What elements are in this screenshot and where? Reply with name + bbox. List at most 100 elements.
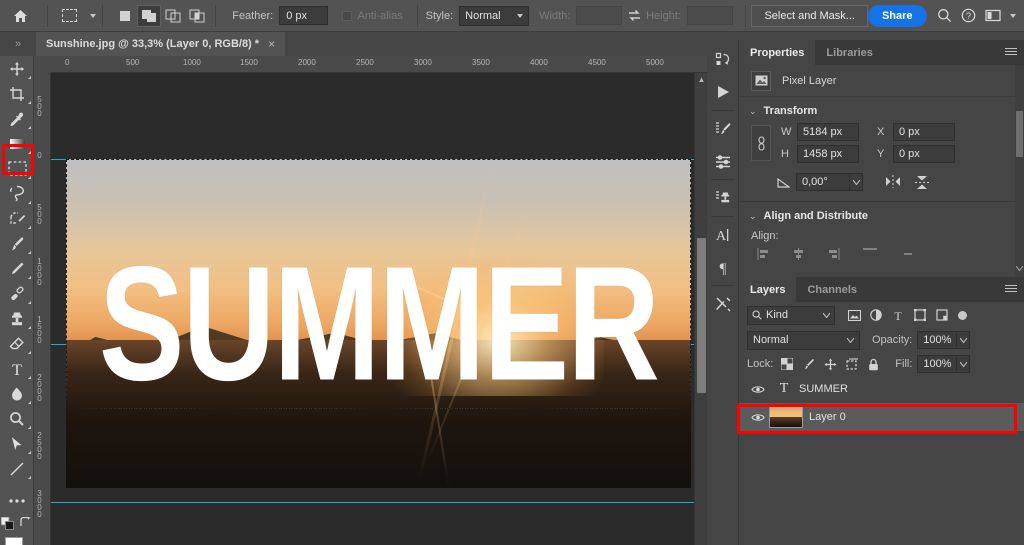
tool-preset-picker[interactable] bbox=[54, 5, 86, 27]
gradient-tool[interactable] bbox=[0, 131, 34, 156]
rotation-angle-input[interactable]: 0,00° bbox=[796, 173, 850, 191]
width-input[interactable] bbox=[576, 6, 622, 25]
subtract-from-selection-button[interactable] bbox=[161, 5, 185, 27]
healing-brush-tool[interactable] bbox=[0, 281, 34, 306]
flip-vertical-icon[interactable] bbox=[915, 175, 929, 190]
height-input[interactable] bbox=[687, 6, 733, 25]
eraser-tool[interactable] bbox=[0, 331, 34, 356]
lasso-tool[interactable] bbox=[0, 181, 34, 206]
dodge-tool[interactable] bbox=[0, 406, 34, 431]
scrollbar-thumb[interactable] bbox=[697, 238, 706, 393]
rotation-chevron-down-icon[interactable] bbox=[850, 173, 863, 191]
tab-layers[interactable]: Layers bbox=[739, 277, 796, 302]
align-bottom-icon[interactable] bbox=[900, 248, 916, 260]
move-tool[interactable] bbox=[0, 56, 34, 81]
eye-icon[interactable] bbox=[747, 385, 769, 394]
align-center-horizontal-icon[interactable] bbox=[792, 248, 805, 260]
pencil-tool[interactable] bbox=[0, 256, 34, 281]
close-icon[interactable]: × bbox=[268, 37, 275, 51]
workspace-switcher-button[interactable] bbox=[981, 3, 1005, 29]
filter-toggle-icon[interactable] bbox=[958, 311, 967, 320]
filter-smart-object-button[interactable] bbox=[931, 305, 953, 325]
home-button[interactable] bbox=[0, 9, 41, 23]
properties-scrollbar[interactable] bbox=[1015, 65, 1024, 277]
tab-properties[interactable]: Properties bbox=[739, 40, 815, 65]
vertical-ruler[interactable]: 500 0 500 1000 1500 2000 2500 3000 bbox=[34, 73, 51, 545]
transform-section-header[interactable]: ⌄ Transform bbox=[739, 97, 1024, 121]
lock-image-pixels-icon[interactable] bbox=[802, 358, 815, 371]
lock-artboard-nesting-icon[interactable] bbox=[846, 358, 859, 370]
opacity-chevron-down-icon[interactable] bbox=[957, 331, 970, 349]
actions-panel-button[interactable] bbox=[707, 76, 739, 108]
clone-source-panel-button[interactable] bbox=[707, 182, 739, 214]
align-top-icon[interactable] bbox=[862, 248, 878, 260]
line-tool[interactable] bbox=[0, 456, 34, 481]
filter-kind-select[interactable]: Kind bbox=[747, 306, 835, 325]
lock-all-icon[interactable] bbox=[868, 358, 879, 371]
foreground-color-swatch[interactable] bbox=[5, 537, 23, 545]
document-artboard[interactable]: SUMMER bbox=[66, 159, 691, 488]
layer-row-layer-0[interactable]: Layer 0 bbox=[739, 403, 1024, 431]
canvas-viewport[interactable]: SUMMER bbox=[51, 73, 707, 545]
transform-y-input[interactable]: 0 px bbox=[893, 145, 955, 163]
search-button[interactable] bbox=[933, 3, 957, 29]
layer-row-summer[interactable]: T SUMMER bbox=[739, 375, 1024, 403]
horizontal-ruler[interactable]: 0 500 1000 1500 2000 2500 3000 3500 4000… bbox=[34, 56, 707, 73]
intersect-selection-button[interactable] bbox=[185, 5, 209, 27]
eye-icon[interactable] bbox=[747, 413, 769, 422]
edit-toolbar-button[interactable] bbox=[0, 488, 34, 513]
flip-horizontal-icon[interactable] bbox=[885, 175, 901, 188]
tab-libraries[interactable]: Libraries bbox=[815, 40, 883, 65]
document-tab[interactable]: Sunshine.jpg @ 33,3% (Layer 0, RGB/8) * … bbox=[36, 32, 285, 56]
rectangular-marquee-tool[interactable] bbox=[0, 156, 34, 181]
canvas-vertical-scrollbar[interactable]: ▲ bbox=[694, 73, 707, 545]
link-dimensions-button[interactable] bbox=[751, 125, 771, 161]
panel-menu-icon[interactable] bbox=[1005, 285, 1017, 294]
crop-tool[interactable] bbox=[0, 81, 34, 106]
clone-stamp-tool[interactable] bbox=[0, 306, 34, 331]
add-to-selection-button[interactable] bbox=[137, 5, 161, 27]
brush-settings-panel-button[interactable] bbox=[707, 113, 739, 145]
filter-type-button[interactable]: T bbox=[887, 305, 909, 325]
swap-width-height-button[interactable] bbox=[622, 5, 646, 27]
align-section-header[interactable]: ⌄ Align and Distribute bbox=[739, 202, 1024, 226]
opacity-input[interactable]: 100% bbox=[917, 331, 957, 349]
align-right-icon[interactable] bbox=[827, 248, 840, 260]
chevron-down-icon[interactable] bbox=[90, 14, 96, 18]
type-tool[interactable]: T bbox=[0, 356, 34, 381]
filter-pixel-button[interactable] bbox=[843, 305, 865, 325]
blend-mode-select[interactable]: Normal bbox=[747, 331, 860, 350]
fill-input[interactable]: 100% bbox=[917, 355, 957, 373]
default-colors-icon[interactable] bbox=[1, 517, 14, 530]
adjustments-panel-button[interactable] bbox=[707, 145, 739, 177]
new-selection-button[interactable] bbox=[113, 5, 137, 27]
fill-chevron-down-icon[interactable] bbox=[957, 355, 970, 373]
anti-alias-checkbox[interactable] bbox=[342, 11, 352, 21]
layer-name[interactable]: SUMMER bbox=[799, 383, 848, 395]
workspace-chevron-down-icon[interactable] bbox=[1010, 14, 1016, 18]
paragraph-panel-button[interactable]: ¶ bbox=[707, 251, 739, 283]
share-button[interactable]: Share bbox=[868, 5, 927, 27]
history-panel-button[interactable] bbox=[707, 44, 739, 76]
character-panel-button[interactable]: A bbox=[707, 219, 739, 251]
lock-transparent-pixels-icon[interactable] bbox=[781, 358, 793, 370]
chevron-down-icon[interactable] bbox=[1016, 266, 1023, 271]
swap-colors-icon[interactable] bbox=[20, 517, 32, 529]
panel-menu-icon[interactable] bbox=[1005, 48, 1017, 57]
brush-tool[interactable] bbox=[0, 231, 34, 256]
scrollbar-thumb[interactable] bbox=[1016, 111, 1023, 157]
blur-tool[interactable] bbox=[0, 381, 34, 406]
transform-height-input[interactable]: 1458 px bbox=[797, 145, 859, 163]
tool-presets-panel-button[interactable] bbox=[707, 288, 739, 320]
path-selection-tool[interactable] bbox=[0, 431, 34, 456]
feather-input[interactable]: 0 px bbox=[279, 6, 328, 25]
filter-adjustment-button[interactable] bbox=[865, 305, 887, 325]
eyedropper-tool[interactable] bbox=[0, 106, 34, 131]
help-button[interactable]: ? bbox=[957, 3, 981, 29]
transform-width-input[interactable]: 5184 px bbox=[797, 123, 859, 141]
transform-x-input[interactable]: 0 px bbox=[893, 123, 955, 141]
collapse-panels-button[interactable]: » bbox=[0, 32, 36, 56]
tab-channels[interactable]: Channels bbox=[796, 277, 868, 302]
align-left-icon[interactable] bbox=[757, 248, 770, 260]
select-and-mask-button[interactable]: Select and Mask... bbox=[751, 5, 868, 27]
